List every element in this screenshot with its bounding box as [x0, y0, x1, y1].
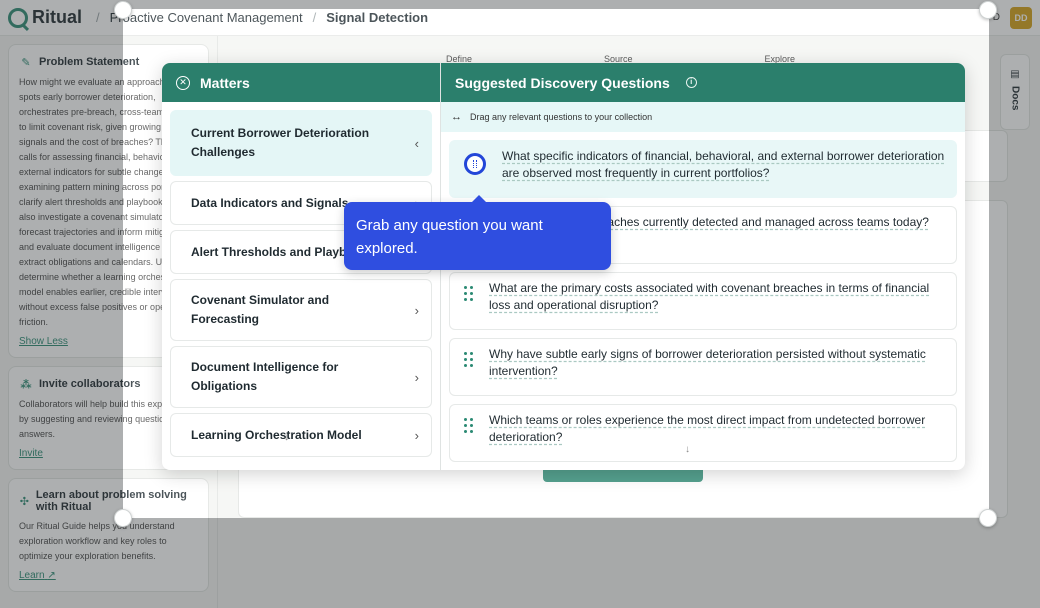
- question-card[interactable]: What specific indicators of financial, b…: [449, 140, 957, 198]
- selection-handle-bottom-left[interactable]: [114, 509, 132, 527]
- drag-handle-icon[interactable]: [464, 282, 473, 301]
- overlay-dim-bottom: [123, 518, 989, 608]
- drag-handle-highlight[interactable]: [464, 153, 486, 175]
- chevron-right-icon: ›: [414, 302, 419, 318]
- question-text: What are the primary costs associated wi…: [489, 281, 930, 312]
- matter-label: Learning Orchestration Model: [191, 427, 362, 442]
- question-card[interactable]: What are the primary costs associated wi…: [449, 272, 957, 330]
- horizontal-arrows-icon: ↔: [451, 111, 462, 123]
- info-icon[interactable]: i: [685, 77, 697, 88]
- matter-item-document-intelligence[interactable]: Document Intelligence for Obligations ›: [170, 346, 432, 408]
- overlay-dim-top: [123, 0, 989, 9]
- drag-hint-bar: ↔ Drag any relevant questions to your co…: [441, 102, 965, 132]
- chevron-right-icon: ›: [414, 427, 419, 443]
- questions-title: Suggested Discovery Questions: [455, 74, 670, 91]
- matters-title: Matters: [200, 74, 250, 91]
- matter-item-learning-orchestration[interactable]: Learning Orchestration Model ›: [170, 413, 432, 457]
- selection-handle-bottom-right[interactable]: [979, 509, 997, 527]
- questions-header: Suggested Discovery Questions i: [441, 63, 965, 102]
- drag-handle-icon[interactable]: [464, 348, 473, 367]
- matters-list: Current Borrower Deterioration Challenge…: [162, 102, 440, 465]
- matter-item-current-deterioration[interactable]: Current Borrower Deterioration Challenge…: [170, 110, 432, 176]
- question-text: Why have subtle early signs of borrower …: [489, 347, 926, 378]
- scroll-down-icon[interactable]: ↓: [284, 432, 289, 443]
- drag-hint-text: Drag any relevant questions to your coll…: [470, 112, 653, 122]
- onboarding-tooltip: Grab any question you want explored.: [344, 195, 611, 270]
- matter-label: Document Intelligence for Obligations: [191, 360, 339, 393]
- tooltip-text: Grab any question you want explored.: [356, 217, 543, 257]
- matter-label: Covenant Simulator and Forecasting: [191, 293, 330, 326]
- close-icon[interactable]: ✕: [176, 75, 190, 90]
- matter-label: Current Borrower Deterioration Challenge…: [191, 126, 370, 159]
- scroll-down-icon[interactable]: ↓: [685, 444, 690, 455]
- matter-label: Data Indicators and Signals: [191, 195, 349, 210]
- chevron-right-icon: ›: [414, 369, 419, 385]
- question-text: Which teams or roles experience the most…: [489, 413, 926, 444]
- question-text: What specific indicators of financial, b…: [502, 149, 945, 180]
- selection-handle-top-left[interactable]: [114, 1, 132, 19]
- matter-item-covenant-simulator[interactable]: Covenant Simulator and Forecasting ›: [170, 279, 432, 341]
- question-card[interactable]: Why have subtle early signs of borrower …: [449, 338, 957, 396]
- selection-handle-top-right[interactable]: [979, 1, 997, 19]
- drag-handle-icon[interactable]: [464, 414, 473, 433]
- question-card[interactable]: Which teams or roles experience the most…: [449, 404, 957, 462]
- chevron-left-icon: ‹: [414, 135, 419, 151]
- questions-list: What specific indicators of financial, b…: [441, 132, 965, 470]
- matters-header: ✕ Matters: [162, 63, 440, 102]
- overlay-dim-left: [0, 0, 123, 608]
